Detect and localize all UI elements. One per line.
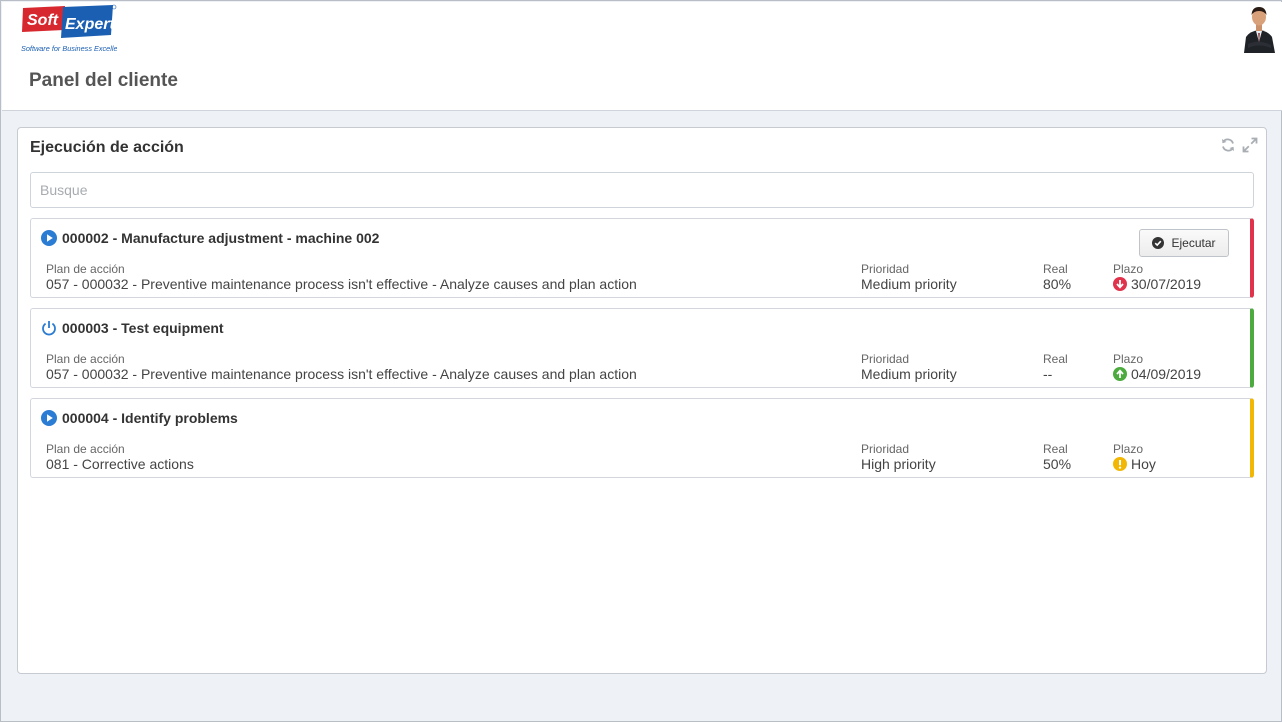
execute-button-label: Ejecutar (1171, 236, 1216, 250)
execute-button[interactable]: Ejecutar (1139, 229, 1229, 257)
deadline-text: 30/07/2019 (1131, 276, 1202, 292)
action-card[interactable]: 000004 - Identify problems Plan de acció… (30, 398, 1254, 478)
action-title: 000002 - Manufacture adjustment - machin… (41, 230, 379, 246)
deadline-label: Plazo (1113, 442, 1144, 456)
real-label: Real (1043, 262, 1068, 276)
action-title-text: 000004 - Identify problems (62, 410, 238, 426)
priority-value: High priority (861, 456, 936, 472)
action-title-text: 000002 - Manufacture adjustment - machin… (62, 230, 380, 246)
page-header: Soft Expert Software for Business Excell… (2, 2, 1282, 111)
plan-value: 057 - 000032 - Preventive maintenance pr… (46, 276, 637, 292)
deadline-label: Plazo (1113, 262, 1144, 276)
deadline-text: Hoy (1131, 456, 1156, 472)
action-title: 000004 - Identify problems (41, 410, 238, 426)
action-execution-widget: Ejecución de acción 000002 - Manufac (17, 127, 1267, 674)
softexpert-logo: Soft Expert Software for Business Excell… (21, 4, 117, 54)
arrow-up-icon (1113, 367, 1127, 381)
priority-value: Medium priority (861, 276, 957, 292)
plan-label: Plan de acción (46, 442, 125, 456)
deadline-label: Plazo (1113, 352, 1144, 366)
real-value: 50% (1043, 456, 1072, 472)
expand-icon[interactable] (1242, 137, 1258, 153)
plan-value: 057 - 000032 - Preventive maintenance pr… (46, 366, 637, 382)
play-icon (41, 410, 57, 426)
check-circle-icon (1152, 237, 1165, 249)
svg-text:Soft: Soft (27, 12, 59, 29)
plan-label: Plan de acción (46, 352, 125, 366)
widget-toolbar (1220, 137, 1258, 153)
priority-label: Prioridad (861, 442, 910, 456)
deadline-text: 04/09/2019 (1131, 366, 1202, 382)
action-title: 000003 - Test equipment (41, 320, 224, 336)
real-value: 80% (1043, 276, 1072, 292)
priority-label: Prioridad (861, 262, 910, 276)
widget-title: Ejecución de acción (30, 139, 184, 156)
real-value: -- (1043, 366, 1053, 382)
plan-label: Plan de acción (46, 262, 125, 276)
app-window: Soft Expert Software for Business Excell… (0, 0, 1282, 722)
user-avatar[interactable] (1240, 4, 1278, 53)
search-input[interactable] (30, 172, 1254, 208)
page-title: Panel del cliente (29, 70, 178, 91)
real-label: Real (1043, 442, 1068, 456)
deadline-value: 30/07/2019 (1113, 276, 1201, 292)
priority-label: Prioridad (861, 352, 910, 366)
svg-text:Expert: Expert (65, 16, 115, 33)
svg-text:Software for Business Excellen: Software for Business Excellence (21, 44, 117, 53)
refresh-icon[interactable] (1220, 137, 1236, 153)
arrow-down-icon (1113, 277, 1127, 291)
plan-value: 081 - Corrective actions (46, 456, 194, 472)
action-card[interactable]: 000003 - Test equipment Plan de acción 0… (30, 308, 1254, 388)
warning-icon (1113, 457, 1127, 471)
power-icon (42, 321, 56, 336)
deadline-value: Hoy (1113, 456, 1156, 472)
priority-value: Medium priority (861, 366, 957, 382)
action-title-text: 000003 - Test equipment (62, 320, 224, 336)
deadline-value: 04/09/2019 (1113, 366, 1201, 382)
real-label: Real (1043, 352, 1068, 366)
action-card[interactable]: 000002 - Manufacture adjustment - machin… (30, 218, 1254, 298)
play-icon (41, 230, 57, 246)
